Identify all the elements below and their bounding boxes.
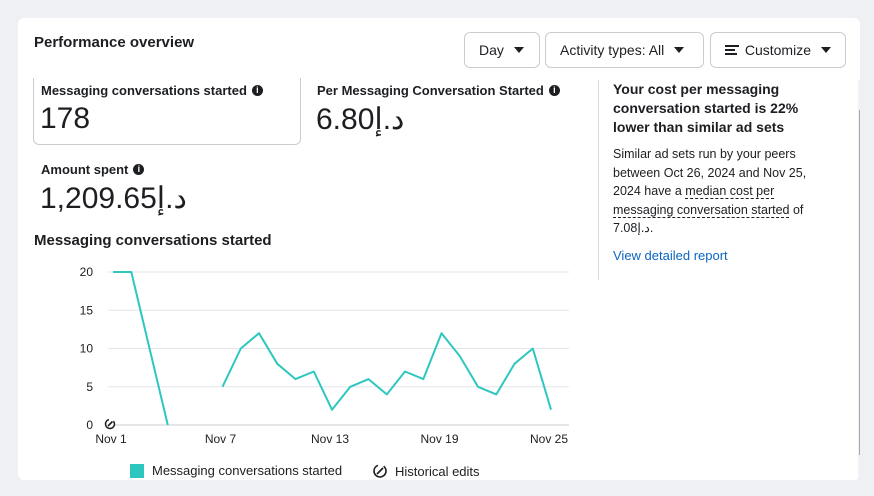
insight-headline: Your cost per messaging conversation sta… [613,81,799,135]
series-line-segment [221,332,552,411]
y-tick-label: 0 [86,418,93,432]
day-dropdown-label: Day [479,42,504,58]
historical-edit-icon [373,464,387,478]
customize-label: Customize [744,42,811,58]
legend-historical-edits[interactable]: Historical edits [372,463,480,479]
historical-edit-marker[interactable] [104,418,116,430]
info-icon[interactable]: i [548,85,560,96]
series-swatch [130,463,144,478]
insight-body: Similar ad sets run by your peers betwee… [613,145,830,238]
y-tick-label: 5 [86,380,93,394]
vertical-scrollbar[interactable] [858,80,860,480]
amount-spent-label: Amount spent i [41,162,145,177]
amount-spent-label-text: Amount spent [41,162,129,177]
cost-label-text: Per Messaging Conversation Started [317,83,544,98]
legend-series[interactable]: Messaging conversations started [130,463,342,478]
conversations-metric-label: Messaging conversations started i [41,83,263,98]
insight-panel: Your cost per messaging conversation sta… [598,80,830,280]
activity-types-label: Activity types: All [560,42,665,58]
conversations-label-text: Messaging conversations started [41,83,247,98]
legend-edits-label: Historical edits [395,463,480,479]
y-tick-label: 20 [80,265,94,279]
y-tick-label: 10 [80,342,94,356]
x-tick-label: Nov 7 [205,432,237,446]
x-tick-label: Nov 13 [311,432,349,446]
day-dropdown[interactable]: Day [464,32,540,68]
y-tick-label: 15 [80,303,94,317]
conversations-line-chart: 0 5 10 15 20 Nov 1 Nov 7 Nov 13 Nov 19 Nov 25 [80,265,569,446]
customize-icon [725,44,739,56]
amount-spent-value: د.إ1,209.65 [40,181,187,216]
caret-down-icon [513,47,524,53]
conversations-value: 178 [40,102,91,135]
page-title: Performance overview [34,34,195,51]
chart-title: Messaging conversations started [34,232,272,249]
info-icon[interactable]: i [133,164,145,175]
cost-value: د.إ6.80 [316,102,404,137]
view-detailed-report-link[interactable]: View detailed report [613,248,830,263]
activity-types-dropdown[interactable]: Activity types: All [545,32,704,68]
amount-spent-value-text: د.إ1,209.65 [40,182,187,215]
caret-down-icon [674,47,685,53]
x-tick-label: Nov 19 [420,432,458,446]
caret-down-icon [821,47,831,53]
cost-value-text: د.إ6.80 [316,103,405,136]
x-tick-label: Nov 1 [95,432,127,446]
cost-metric-label: Per Messaging Conversation Started i [317,83,560,98]
info-icon[interactable]: i [251,85,263,96]
performance-overview-card: Performance overview Day Activity types:… [18,18,860,480]
x-tick-label: Nov 25 [530,432,568,446]
customize-button[interactable]: Customize [710,32,846,68]
legend-series-label: Messaging conversations started [152,463,343,478]
scroll-thumb[interactable] [859,110,860,455]
